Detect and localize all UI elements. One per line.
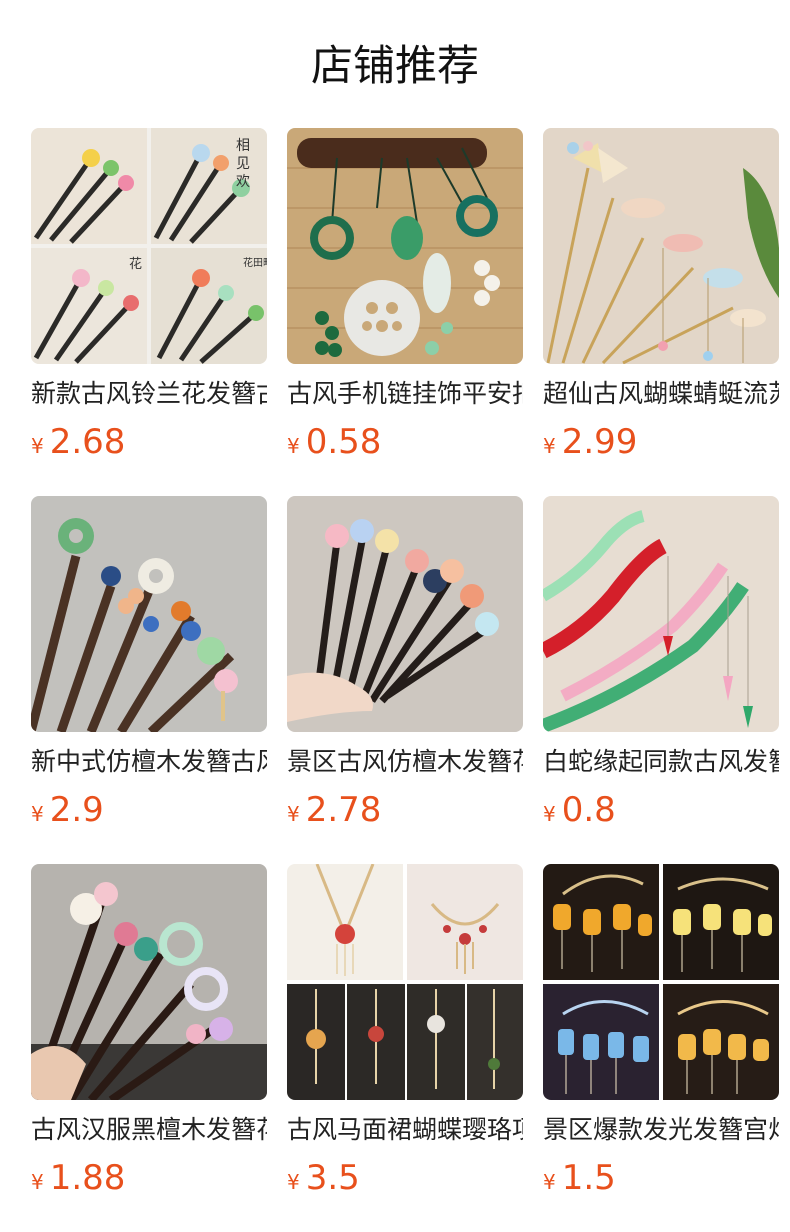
price-value: 3.5 <box>305 1158 360 1198</box>
product-image[interactable]: 相 见 欢 花 花田畔 <box>31 128 267 364</box>
product-name[interactable]: 古风马面裙蝴蝶璎珞项圈 <box>287 1114 523 1146</box>
product-card[interactable]: 超仙古风蝴蝶蜻蜓流苏 ¥2.99 <box>543 128 779 468</box>
currency-symbol: ¥ <box>287 434 300 458</box>
product-image[interactable] <box>31 864 267 1100</box>
product-name[interactable]: 超仙古风蝴蝶蜻蜓流苏 <box>543 378 779 410</box>
product-image[interactable] <box>543 128 779 364</box>
product-grid: 相 见 欢 花 花田畔 新款古风铃兰花发簪古风 ¥2.68 <box>0 0 790 1232</box>
product-name[interactable]: 景区古风仿檀木发簪花 <box>287 746 523 778</box>
price-value: 2.68 <box>49 422 126 462</box>
product-price: ¥2.9 <box>31 790 267 836</box>
svg-text:花: 花 <box>129 256 142 272</box>
product-card[interactable]: 古风马面裙蝴蝶璎珞项圈 ¥3.5 <box>287 864 523 1204</box>
product-price: ¥3.5 <box>287 1158 523 1204</box>
product-card[interactable]: 古风手机链挂饰平安扣 ¥0.58 <box>287 128 523 468</box>
product-name[interactable]: 景区爆款发光发簪宫灯 <box>543 1114 779 1146</box>
product-name[interactable]: 新中式仿檀木发簪古风 <box>31 746 267 778</box>
product-price: ¥2.99 <box>543 422 779 468</box>
currency-symbol: ¥ <box>287 1170 300 1194</box>
product-price: ¥1.88 <box>31 1158 267 1204</box>
product-image[interactable] <box>543 496 779 732</box>
product-price: ¥0.8 <box>543 790 779 836</box>
currency-symbol: ¥ <box>543 434 556 458</box>
price-value: 2.78 <box>305 790 382 830</box>
product-price: ¥1.5 <box>543 1158 779 1204</box>
svg-text:相: 相 <box>236 138 250 154</box>
product-image[interactable] <box>31 496 267 732</box>
currency-symbol: ¥ <box>287 802 300 826</box>
product-price: ¥0.58 <box>287 422 523 468</box>
price-value: 1.5 <box>561 1158 616 1198</box>
currency-symbol: ¥ <box>31 1170 44 1194</box>
price-value: 2.99 <box>561 422 638 462</box>
product-name[interactable]: 古风手机链挂饰平安扣 <box>287 378 523 410</box>
product-image[interactable] <box>287 496 523 732</box>
svg-text:欢: 欢 <box>236 174 250 190</box>
product-name[interactable]: 新款古风铃兰花发簪古风 <box>31 378 267 410</box>
price-value: 0.58 <box>305 422 382 462</box>
product-card[interactable]: 新中式仿檀木发簪古风 ¥2.9 <box>31 496 267 836</box>
product-card[interactable]: 景区古风仿檀木发簪花 ¥2.78 <box>287 496 523 836</box>
product-image[interactable] <box>543 864 779 1100</box>
currency-symbol: ¥ <box>31 434 44 458</box>
product-name[interactable]: 白蛇缘起同款古风发簪 <box>543 746 779 778</box>
product-image[interactable] <box>287 864 523 1100</box>
product-price: ¥2.78 <box>287 790 523 836</box>
currency-symbol: ¥ <box>31 802 44 826</box>
currency-symbol: ¥ <box>543 1170 556 1194</box>
product-price: ¥2.68 <box>31 422 267 468</box>
product-card[interactable]: 景区爆款发光发簪宫灯 ¥1.5 <box>543 864 779 1204</box>
svg-text:见: 见 <box>236 156 250 172</box>
currency-symbol: ¥ <box>543 802 556 826</box>
product-name[interactable]: 古风汉服黑檀木发簪花 <box>31 1114 267 1146</box>
price-value: 1.88 <box>49 1158 126 1198</box>
product-card[interactable]: 古风汉服黑檀木发簪花 ¥1.88 <box>31 864 267 1204</box>
price-value: 0.8 <box>561 790 616 830</box>
price-value: 2.9 <box>49 790 104 830</box>
product-card[interactable]: 白蛇缘起同款古风发簪 ¥0.8 <box>543 496 779 836</box>
product-card[interactable]: 相 见 欢 花 花田畔 新款古风铃兰花发簪古风 ¥2.68 <box>31 128 267 468</box>
svg-text:花田畔: 花田畔 <box>243 256 267 269</box>
product-image[interactable] <box>287 128 523 364</box>
